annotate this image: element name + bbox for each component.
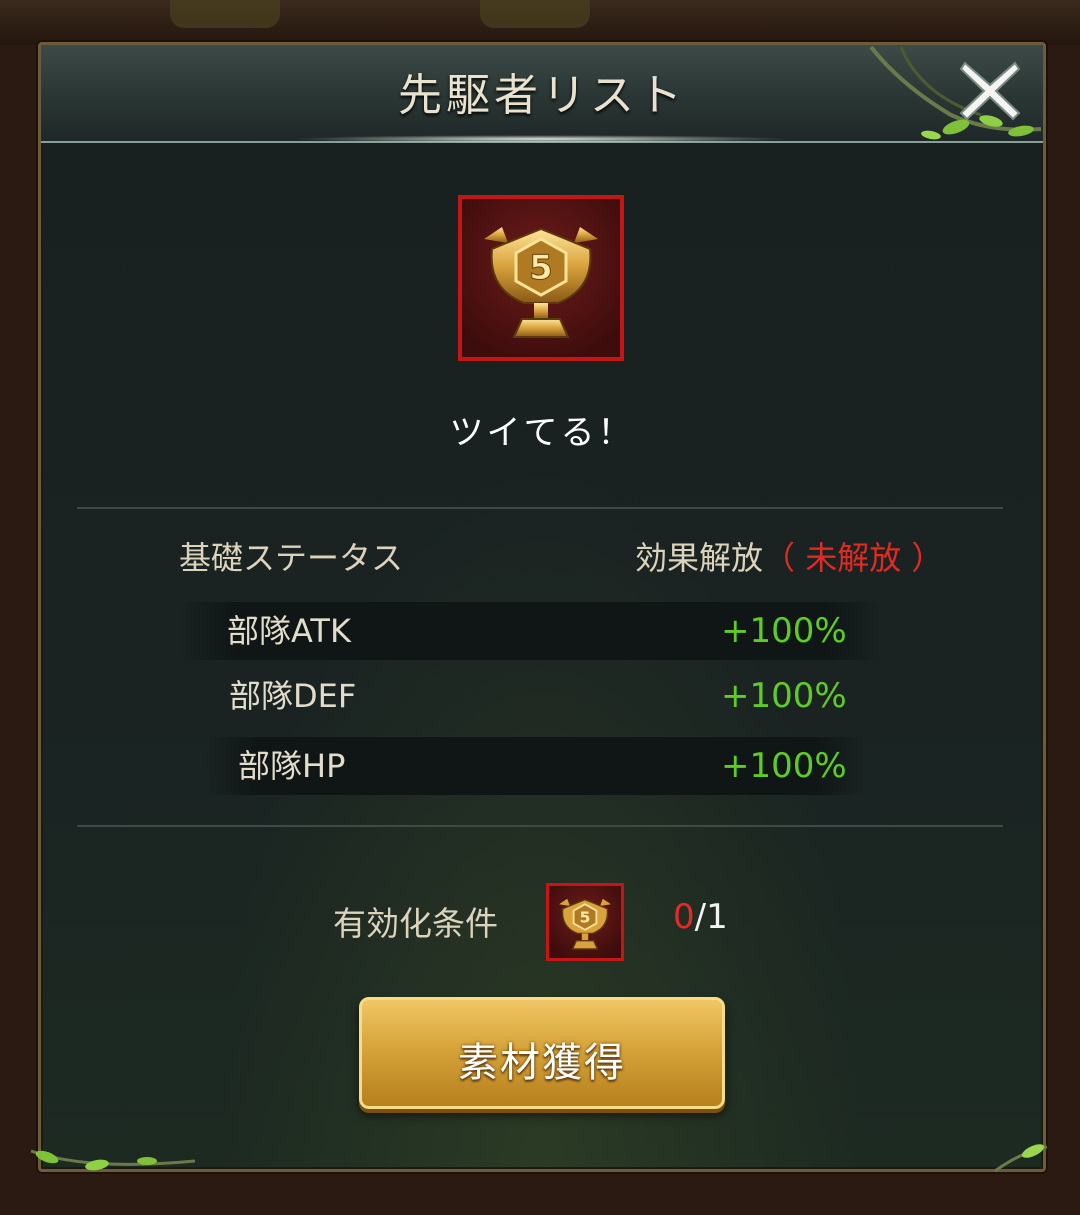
stat-label: 部隊ATK <box>227 612 351 650</box>
obtain-materials-label: 素材獲得 <box>458 1040 626 1086</box>
background-blur <box>480 0 590 28</box>
stat-value: +100% <box>721 676 847 716</box>
close-x-icon <box>959 61 1021 121</box>
condition-item-frame[interactable]: 5 <box>546 883 624 961</box>
vine-bottom-right-decoration <box>994 1144 1048 1173</box>
pioneer-list-dialog: 先駆者リスト 5 ツイてる！ 基礎ステータス 効果解放（ 未解放 ） 部隊ATK… <box>30 42 1048 1173</box>
activation-condition-label: 有効化条件 <box>333 904 498 943</box>
badge-name: ツイてる！ <box>449 413 635 453</box>
stat-value: +100% <box>721 611 847 651</box>
badge-icon-frame: 5 <box>458 195 624 361</box>
effect-unlock-label: 効果解放 <box>635 539 764 577</box>
svg-text:5: 5 <box>529 248 553 288</box>
condition-current: 0 <box>673 897 695 937</box>
trophy-5-icon: 5 <box>559 898 611 950</box>
stat-row-hp: 部隊HP +100% <box>206 737 866 795</box>
stat-label: 部隊HP <box>238 747 346 785</box>
header-glow <box>291 135 791 143</box>
background-blur <box>170 0 280 28</box>
base-status-header: 基礎ステータス <box>179 539 404 577</box>
svg-text:5: 5 <box>580 908 591 926</box>
stat-label: 部隊DEF <box>229 677 357 715</box>
dialog-header: 先駆者リスト <box>41 45 1043 143</box>
stat-value: +100% <box>721 746 847 786</box>
divider-bottom <box>77 825 1003 827</box>
stat-row-def: 部隊DEF +100% <box>181 667 881 725</box>
vine-bottom-left-decoration <box>30 1149 196 1171</box>
obtain-materials-button[interactable]: 素材獲得 <box>359 997 725 1109</box>
divider-top <box>77 507 1003 509</box>
close-button[interactable] <box>955 55 1025 125</box>
stat-row-atk: 部隊ATK +100% <box>181 602 881 660</box>
effect-unlock-header: 効果解放（ 未解放 ） <box>635 533 943 579</box>
condition-required: /1 <box>694 897 728 937</box>
trophy-5-icon: 5 <box>484 227 598 338</box>
unlock-status: （ 未解放 ） <box>763 539 944 577</box>
condition-progress: 0/1 <box>673 897 728 937</box>
